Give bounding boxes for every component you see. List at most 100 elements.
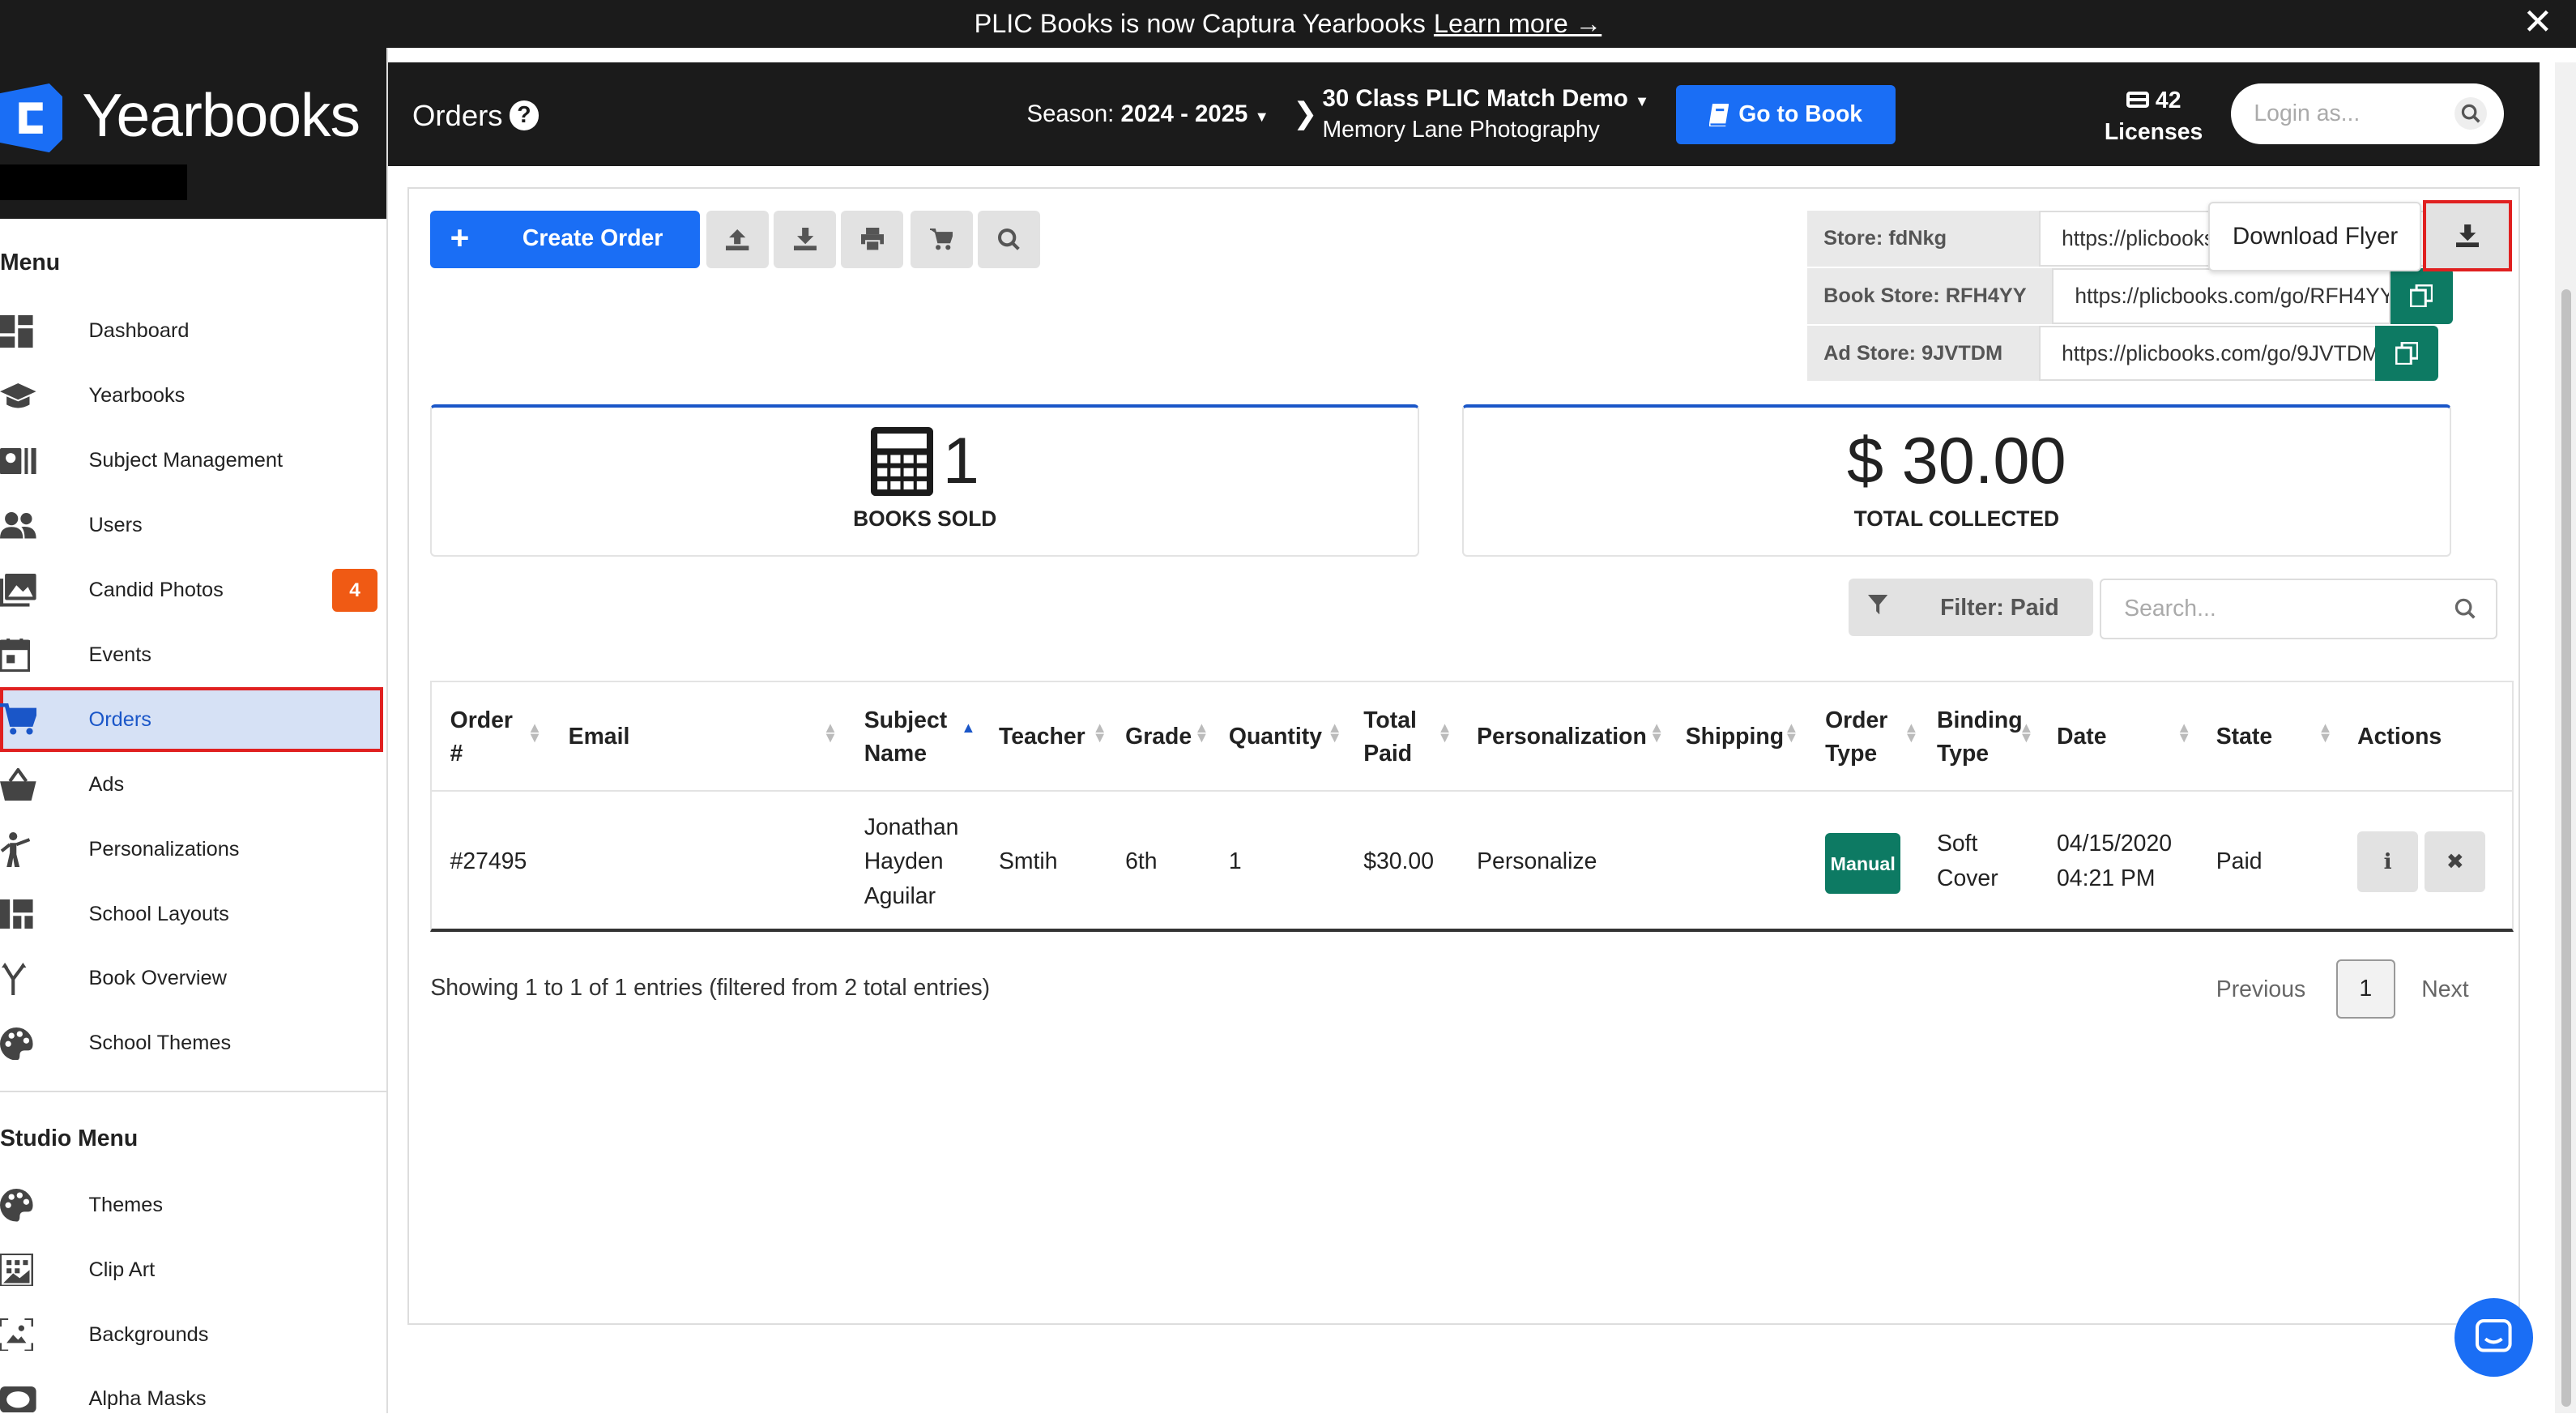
- mask-icon: [0, 1383, 36, 1413]
- filter-paid-button[interactable]: Filter: Paid: [1848, 578, 2093, 636]
- layout-icon: [0, 898, 36, 931]
- sidebar-item-dashboard[interactable]: Dashboard: [0, 299, 386, 364]
- col-header-subject-name[interactable]: Subject Name: [864, 682, 963, 792]
- sidebar-item-school-layouts[interactable]: School Layouts: [0, 882, 386, 946]
- cart-button[interactable]: [910, 210, 973, 268]
- chat-launcher-button[interactable]: [2454, 1298, 2534, 1378]
- book-icon: [1708, 103, 1729, 127]
- col-header-quantity[interactable]: Quantity: [1229, 682, 1322, 792]
- col-header-order-type[interactable]: Order Type: [1825, 682, 1897, 792]
- studio-name: Memory Lane Photography: [1322, 116, 1600, 143]
- cart-icon: [0, 703, 36, 737]
- sidebar-item-alpha-masks[interactable]: Alpha Masks: [0, 1367, 386, 1413]
- sort-icon: ▲ ▼: [2177, 719, 2192, 746]
- cell-total-paid: $30.00: [1363, 848, 1434, 875]
- go-to-book-button[interactable]: Go to Book: [1675, 85, 1896, 145]
- basket-icon: [0, 767, 36, 801]
- pagination-next[interactable]: Next: [2421, 976, 2468, 1003]
- search-orders-button[interactable]: [977, 210, 1040, 268]
- col-header-actions: Actions: [2357, 724, 2442, 750]
- col-header-order[interactable]: Order #: [450, 682, 524, 792]
- login-as-input[interactable]: Login as...: [2231, 83, 2504, 145]
- sidebar-item-backgrounds[interactable]: Backgrounds: [0, 1302, 386, 1367]
- cell-date: 04/15/2020: [2057, 831, 2173, 857]
- sidebar-item-label: Candid Photos: [88, 579, 224, 602]
- sidebar-item-candid-photos[interactable]: Candid Photos 4: [0, 558, 386, 623]
- sidebar-item-clip-art[interactable]: Clip Art: [0, 1237, 386, 1302]
- season-selector[interactable]: Season: 2024 - 2025 ▼: [1026, 100, 1269, 128]
- col-header-total-paid[interactable]: Total Paid: [1363, 682, 1429, 792]
- sidebar-item-label: Users: [88, 514, 143, 537]
- sidebar-item-personalizations[interactable]: Personalizations: [0, 817, 386, 882]
- sidebar-item-yearbooks[interactable]: Yearbooks: [0, 364, 386, 429]
- copy-ad-store-button[interactable]: [2375, 325, 2438, 382]
- studio-menu: Themes Clip Art Backgrounds Alpha Masks: [0, 1173, 386, 1413]
- pagination-page-1[interactable]: 1: [2335, 959, 2395, 1019]
- sidebar-item-events[interactable]: Events: [0, 623, 386, 688]
- copy-book-store-button[interactable]: [2390, 267, 2453, 324]
- close-icon[interactable]: ✕: [2523, 4, 2553, 41]
- col-header-teacher[interactable]: Teacher: [999, 682, 1085, 792]
- sort-icon: ▲ ▼: [2318, 719, 2333, 746]
- sidebar-item-users[interactable]: Users: [0, 493, 386, 558]
- col-header-date[interactable]: Date: [2057, 682, 2107, 792]
- chevron-right-icon: ❯: [1293, 96, 1318, 130]
- brand-logo[interactable]: Yearbooks: [0, 47, 386, 219]
- sidebar-item-subject-management[interactable]: Subject Management: [0, 429, 386, 493]
- help-icon[interactable]: ?: [509, 100, 540, 130]
- col-header-personalization[interactable]: Personalization: [1477, 682, 1647, 792]
- col-header-email[interactable]: Email: [569, 682, 630, 792]
- book-store-url-field[interactable]: https://plicbooks.com/go/RFH4YY: [2051, 267, 2390, 324]
- delete-button[interactable]: ✖: [2425, 831, 2486, 893]
- download-icon: [793, 227, 817, 251]
- sidebar-divider: [0, 1090, 386, 1092]
- cell-binding-line-1: Soft: [1936, 831, 1978, 857]
- licenses-label: Licenses: [2104, 118, 2203, 145]
- info-button[interactable]: i: [2357, 831, 2419, 893]
- ad-store-url-field[interactable]: https://plicbooks.com/go/9JVTDM: [2038, 325, 2378, 382]
- print-button[interactable]: [841, 210, 904, 268]
- cell-order[interactable]: #27495: [450, 844, 527, 879]
- cell-time: 04:21 PM: [2057, 865, 2156, 891]
- sort-icon: ▲ ▼: [527, 719, 543, 746]
- sidebar-item-ads[interactable]: Ads: [0, 752, 386, 817]
- upload-button[interactable]: [706, 210, 770, 268]
- copy-icon: [2395, 341, 2419, 365]
- brand-name: Yearbooks: [82, 81, 360, 150]
- scrollbar-thumb[interactable]: [2561, 288, 2571, 1407]
- col-header-grade[interactable]: Grade: [1125, 682, 1192, 792]
- sidebar-item-label: Alpha Masks: [88, 1387, 207, 1411]
- sidebar-item-label: Subject Management: [88, 449, 284, 472]
- calendar-icon: [0, 639, 36, 672]
- order-type-badge: Manual: [1825, 833, 1901, 895]
- redacted-block: [0, 164, 188, 201]
- banner-text: PLIC Books is now Captura Yearbooks: [974, 8, 1426, 38]
- dashboard-icon: [0, 314, 36, 348]
- sort-icon: ▲ ▼: [1904, 719, 1919, 746]
- clip-art-icon: [0, 1253, 36, 1287]
- top-header: Orders ? Season: 2024 - 2025 ▼ ❯ 30 Clas…: [387, 62, 2540, 166]
- book-store-link-row: Book Store: RFH4YY https://plicbooks.com…: [1806, 267, 2453, 324]
- download-button[interactable]: [774, 210, 837, 268]
- books-sold-card: 1 BOOKS SOLD: [430, 404, 1420, 557]
- col-header-state[interactable]: State: [2216, 682, 2272, 792]
- create-order-button[interactable]: + Create Order: [430, 210, 700, 268]
- sidebar-item-themes[interactable]: Themes: [0, 1173, 386, 1237]
- pagination-previous[interactable]: Previous: [2216, 976, 2305, 1003]
- sidebar-item-book-overview[interactable]: Book Overview: [0, 946, 386, 1011]
- sidebar-item-orders[interactable]: Orders: [0, 687, 383, 753]
- sidebar-item-label: Yearbooks: [88, 384, 186, 408]
- credit-card-icon: [2126, 92, 2150, 109]
- book-selector[interactable]: 30 Class PLIC Match Demo ▼: [1323, 85, 1650, 113]
- copy-icon: [2410, 284, 2433, 308]
- table-search-input[interactable]: Search...: [2099, 578, 2497, 639]
- orders-table: Order # ▲ ▼ Email ▲ ▼ Subject Name ▲ Teach…: [430, 680, 2514, 932]
- sidebar-item-school-themes[interactable]: School Themes: [0, 1011, 386, 1076]
- sort-icon: ▲ ▼: [822, 719, 838, 746]
- download-icon: [2455, 224, 2480, 248]
- col-header-shipping[interactable]: Shipping: [1686, 682, 1784, 792]
- search-icon[interactable]: [2454, 96, 2488, 130]
- download-flyer-button[interactable]: [2423, 200, 2512, 271]
- learn-more-link[interactable]: Learn more →: [1434, 9, 1601, 39]
- total-collected-value: $ 30.00: [1847, 425, 2066, 498]
